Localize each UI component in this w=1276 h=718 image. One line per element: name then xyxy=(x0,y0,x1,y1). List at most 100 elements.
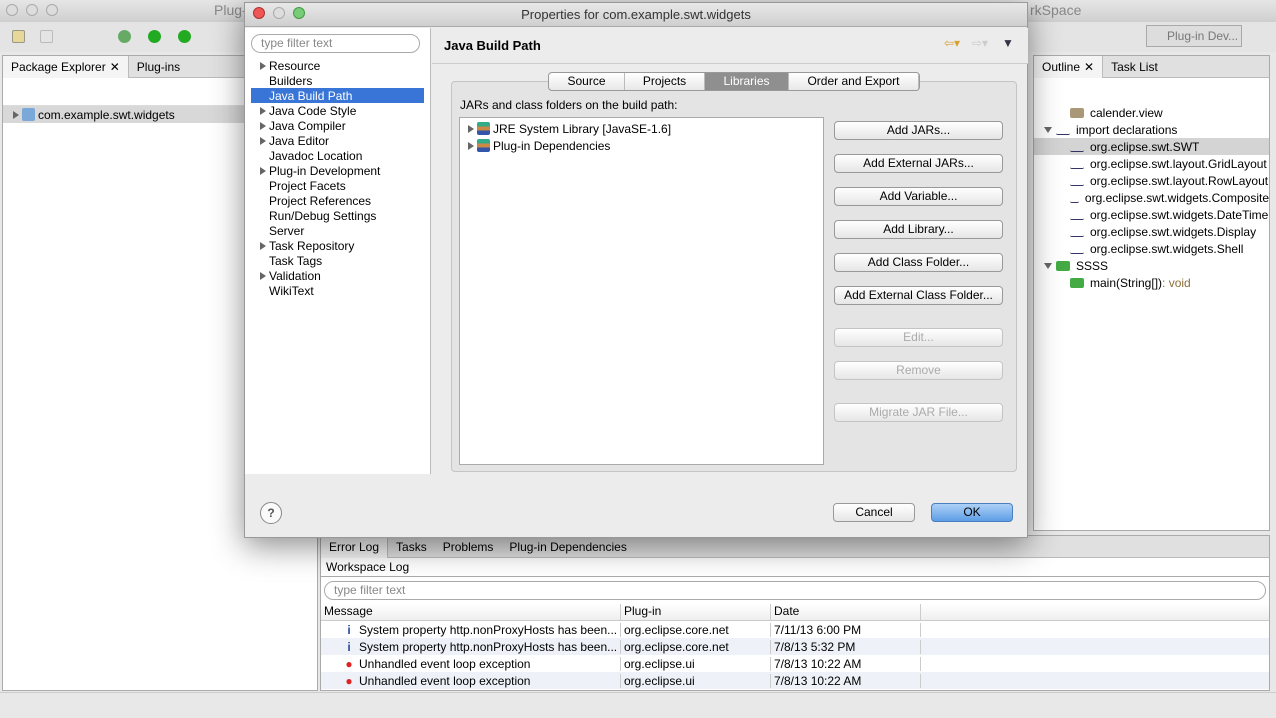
tab-libraries[interactable]: Libraries xyxy=(705,73,789,90)
expand-icon[interactable] xyxy=(260,241,266,250)
outline-item[interactable]: import declarations xyxy=(1034,121,1269,138)
expand-icon[interactable] xyxy=(260,106,266,115)
tab-outline[interactable]: Outline ✕ xyxy=(1034,55,1104,78)
tab-error-log[interactable]: Error Log xyxy=(321,535,389,558)
add-jars-button[interactable]: Add JARs... xyxy=(834,121,1003,140)
outline-item[interactable]: org.eclipse.swt.widgets.Shell xyxy=(1034,240,1269,257)
add-class-folder-button[interactable]: Add Class Folder... xyxy=(834,253,1003,272)
outline-item[interactable]: org.eclipse.swt.widgets.Composite xyxy=(1034,189,1269,206)
tab-plug-ins[interactable]: Plug-ins xyxy=(129,56,188,78)
log-row[interactable]: ● Unhandled event loop exception org.eclip… xyxy=(321,672,1269,689)
import-icon xyxy=(1070,244,1084,254)
log-filter-input[interactable]: type filter text xyxy=(324,581,1266,600)
new-icon[interactable] xyxy=(12,30,25,43)
migrate-jar-file-button[interactable]: Migrate JAR File... xyxy=(834,403,1003,422)
nav-item[interactable]: Task Repository xyxy=(251,238,424,253)
nav-item[interactable]: Javadoc Location xyxy=(251,148,424,163)
expand-icon[interactable] xyxy=(260,166,266,175)
tab-source[interactable]: Source xyxy=(549,73,625,90)
outline-item[interactable]: calender.view xyxy=(1034,104,1269,121)
tab-projects[interactable]: Projects xyxy=(625,73,705,90)
dialog-zoom-button[interactable] xyxy=(293,7,305,19)
expand-icon[interactable] xyxy=(260,271,266,280)
column-header[interactable]: Message xyxy=(321,604,621,620)
library-item[interactable]: Plug-in Dependencies xyxy=(468,137,815,154)
expand-icon[interactable] xyxy=(260,61,266,70)
error-log-tabs: Error Log Tasks Problems Plug-in Dependenci… xyxy=(321,535,1269,558)
tab-tasks[interactable]: Tasks xyxy=(388,536,435,558)
log-row[interactable]: i System property http.nonProxyHosts has … xyxy=(321,621,1269,638)
run-icon[interactable] xyxy=(148,30,161,43)
library-label: Plug-in Dependencies xyxy=(493,138,611,153)
nav-item[interactable]: Java Compiler xyxy=(251,118,424,133)
column-header[interactable]: Plug-in xyxy=(621,604,771,620)
menu-icon[interactable]: ▼ xyxy=(1002,36,1014,50)
ok-button[interactable]: OK xyxy=(931,503,1013,522)
column-header[interactable]: Date xyxy=(771,604,921,620)
expand-icon[interactable] xyxy=(13,110,19,119)
nav-item[interactable]: Java Build Path xyxy=(251,88,424,103)
log-row[interactable]: ● Unhandled event loop exception org.eclip… xyxy=(321,655,1269,672)
perspective-button[interactable]: Plug-in Dev... xyxy=(1146,25,1242,47)
dialog-minimize-button[interactable] xyxy=(273,7,285,19)
nav-item[interactable]: Task Tags xyxy=(251,253,424,268)
outline-item[interactable]: org.eclipse.swt.widgets.Display xyxy=(1034,223,1269,240)
close-icon[interactable]: ✕ xyxy=(110,60,120,74)
remove-button[interactable]: Remove xyxy=(834,361,1003,380)
close-window-button[interactable] xyxy=(6,4,18,16)
external-tools-icon[interactable] xyxy=(178,30,191,43)
cancel-button[interactable]: Cancel xyxy=(833,503,915,522)
outline-item[interactable]: org.eclipse.swt.SWT xyxy=(1034,138,1269,155)
add-external-jars-button[interactable]: Add External JARs... xyxy=(834,154,1003,173)
forward-icon[interactable]: ⇨▾ xyxy=(972,36,988,50)
outline-item[interactable]: org.eclipse.swt.layout.RowLayout xyxy=(1034,172,1269,189)
nav-item[interactable]: WikiText xyxy=(251,283,424,298)
edit-button[interactable]: Edit... xyxy=(834,328,1003,347)
tab-task-list[interactable]: Task List xyxy=(1103,56,1166,78)
nav-item[interactable]: Java Code Style xyxy=(251,103,424,118)
nav-item[interactable]: Validation xyxy=(251,268,424,283)
expand-icon[interactable] xyxy=(468,141,474,150)
tab-plug-in-dependencies[interactable]: Plug-in Dependencies xyxy=(501,536,634,558)
outline-item-label: calender.view xyxy=(1090,105,1163,120)
close-icon[interactable]: ✕ xyxy=(1084,60,1094,74)
nav-item[interactable]: Plug-in Development xyxy=(251,163,424,178)
log-row[interactable]: i System property http.nonProxyHosts has … xyxy=(321,638,1269,655)
import-icon xyxy=(1070,193,1079,203)
libraries-list[interactable]: JRE System Library [JavaSE-1.6] Plug-in D… xyxy=(459,117,824,465)
outline-item[interactable]: main(String[]) : void xyxy=(1034,274,1269,291)
nav-item[interactable]: Project Facets xyxy=(251,178,424,193)
nav-item[interactable]: Server xyxy=(251,223,424,238)
expand-icon[interactable] xyxy=(260,121,266,130)
plugin-cell: org.eclipse.ui xyxy=(621,656,771,671)
expand-icon[interactable] xyxy=(468,124,474,133)
outline-item[interactable]: org.eclipse.swt.layout.GridLayout xyxy=(1034,155,1269,172)
nav-item[interactable]: Project References xyxy=(251,193,424,208)
add-external-class-folder-button[interactable]: Add External Class Folder... xyxy=(834,286,1003,305)
tab-order-and-export[interactable]: Order and Export xyxy=(789,73,919,90)
collapse-icon[interactable] xyxy=(1044,126,1052,133)
save-icon[interactable] xyxy=(40,30,53,43)
minimize-window-button[interactable] xyxy=(26,4,38,16)
add-library-button[interactable]: Add Library... xyxy=(834,220,1003,239)
dialog-close-button[interactable] xyxy=(253,7,265,19)
nav-item[interactable]: Run/Debug Settings xyxy=(251,208,424,223)
back-icon[interactable]: ⇦▾ xyxy=(944,36,960,50)
tab-problems[interactable]: Problems xyxy=(435,536,502,558)
debug-icon[interactable] xyxy=(118,30,131,43)
add-variable-button[interactable]: Add Variable... xyxy=(834,187,1003,206)
nav-item[interactable]: Builders xyxy=(251,73,424,88)
expand-icon[interactable] xyxy=(260,136,266,145)
nav-item[interactable]: Resource xyxy=(251,58,424,73)
collapse-icon[interactable] xyxy=(1044,262,1052,269)
tab-package-explorer[interactable]: Package Explorer ✕ xyxy=(3,55,129,78)
nav-item[interactable]: Java Editor xyxy=(251,133,424,148)
nav-filter-input[interactable]: type filter text xyxy=(251,34,420,53)
zoom-window-button[interactable] xyxy=(46,4,58,16)
help-icon[interactable]: ? xyxy=(260,502,282,524)
outline-item[interactable]: org.eclipse.swt.widgets.DateTime xyxy=(1034,206,1269,223)
class-icon xyxy=(1056,260,1070,271)
outline-item[interactable]: SSSS xyxy=(1034,257,1269,274)
project-label: com.example.swt.widgets xyxy=(38,107,175,122)
library-item[interactable]: JRE System Library [JavaSE-1.6] xyxy=(468,120,815,137)
